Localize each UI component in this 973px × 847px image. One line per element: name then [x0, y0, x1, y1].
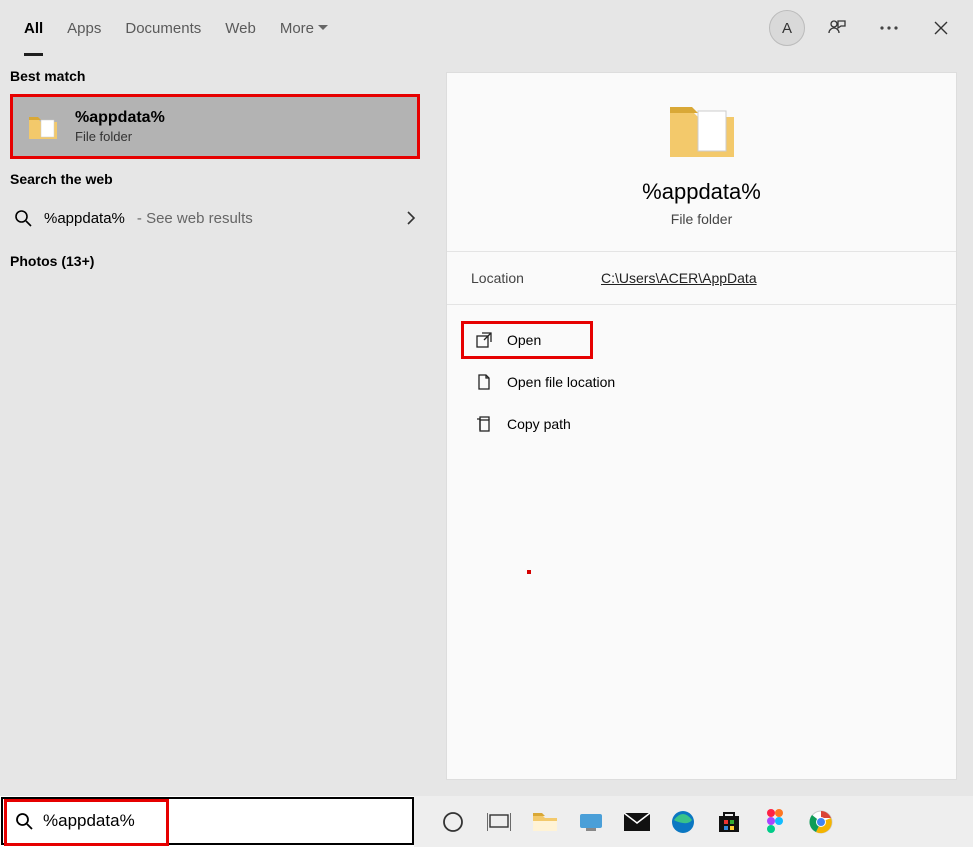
open-icon: [475, 331, 493, 349]
tab-web[interactable]: Web: [225, 0, 256, 56]
taskbar: [414, 796, 973, 847]
folder-icon: [27, 111, 59, 143]
action-open-location-label: Open file location: [507, 374, 615, 390]
best-match-result[interactable]: %appdata% File folder: [10, 94, 420, 159]
copy-icon: [475, 415, 493, 433]
web-result-suffix: - See web results: [137, 210, 253, 227]
tab-more-label: More: [280, 20, 314, 37]
action-open-location[interactable]: Open file location: [461, 363, 942, 401]
action-copy-path[interactable]: Copy path: [461, 405, 942, 443]
settings-icon[interactable]: [574, 805, 608, 839]
location-value[interactable]: C:\Users\ACER\AppData: [601, 270, 757, 286]
tab-more[interactable]: More: [280, 0, 328, 56]
tab-apps[interactable]: Apps: [67, 0, 101, 56]
feedback-icon[interactable]: [817, 8, 857, 48]
edge-icon[interactable]: [666, 805, 700, 839]
figma-icon[interactable]: [758, 805, 792, 839]
action-open[interactable]: Open: [461, 321, 593, 359]
file-explorer-icon[interactable]: [528, 805, 562, 839]
section-search-web: Search the web: [0, 159, 430, 197]
annotation-marker: [527, 570, 531, 574]
action-open-label: Open: [507, 332, 541, 348]
search-icon: [14, 209, 32, 227]
mail-icon[interactable]: [620, 805, 654, 839]
search-box[interactable]: [1, 797, 414, 845]
chrome-icon[interactable]: [804, 805, 838, 839]
detail-subtitle: File folder: [671, 211, 732, 227]
tab-documents[interactable]: Documents: [125, 0, 201, 56]
section-best-match: Best match: [0, 56, 430, 94]
more-options-icon[interactable]: [869, 8, 909, 48]
best-match-title: %appdata%: [75, 109, 165, 127]
folder-icon: [666, 93, 738, 165]
search-input[interactable]: [43, 811, 400, 831]
web-result[interactable]: %appdata% - See web results: [0, 197, 430, 239]
close-icon[interactable]: [921, 8, 961, 48]
action-copy-path-label: Copy path: [507, 416, 571, 432]
web-result-term: %appdata%: [44, 210, 125, 227]
results-column: Best match %appdata% File folder Search …: [0, 56, 430, 796]
store-icon[interactable]: [712, 805, 746, 839]
tab-bar: All Apps Documents Web More A: [0, 0, 973, 56]
location-label: Location: [471, 270, 601, 286]
tab-all[interactable]: All: [24, 0, 43, 56]
detail-title: %appdata%: [642, 179, 761, 205]
search-icon: [15, 812, 33, 830]
section-photos[interactable]: Photos (13+): [0, 239, 430, 283]
detail-panel: %appdata% File folder Location C:\Users\…: [446, 72, 957, 780]
user-avatar[interactable]: A: [769, 10, 805, 46]
chevron-down-icon: [318, 25, 328, 31]
file-location-icon: [475, 373, 493, 391]
best-match-subtitle: File folder: [75, 129, 165, 144]
chevron-right-icon: [407, 211, 416, 225]
cortana-icon[interactable]: [436, 805, 470, 839]
task-view-icon[interactable]: [482, 805, 516, 839]
